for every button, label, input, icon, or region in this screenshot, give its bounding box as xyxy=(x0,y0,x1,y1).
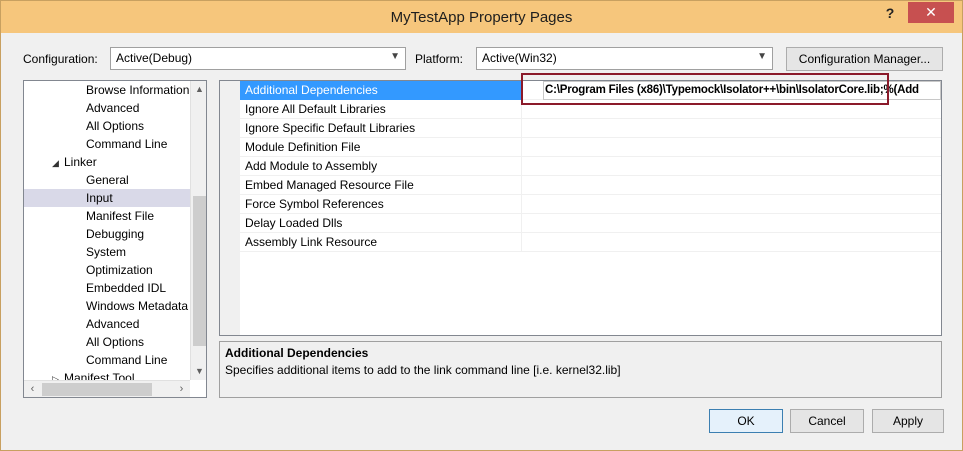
configuration-dropdown[interactable]: Active(Debug) ▼ xyxy=(110,47,406,70)
platform-value: Active(Win32) xyxy=(482,51,557,65)
property-value[interactable] xyxy=(523,157,941,176)
tree-item[interactable]: All Options xyxy=(86,333,144,351)
property-name[interactable]: Force Symbol References xyxy=(240,195,522,214)
configuration-label: Configuration: xyxy=(23,52,98,66)
tree-item[interactable]: Command Line xyxy=(86,135,167,153)
window-title: MyTestApp Property Pages xyxy=(390,9,573,26)
grid-row[interactable]: Add Module to Assembly xyxy=(240,157,941,176)
grid-row[interactable]: Module Definition File xyxy=(240,138,941,157)
scroll-up-icon[interactable]: ▲ xyxy=(191,81,206,98)
property-grid: Additional Dependencies C:\Program Files… xyxy=(219,80,942,336)
tree-item[interactable]: Advanced xyxy=(86,315,139,333)
property-name[interactable]: Ignore Specific Default Libraries xyxy=(240,119,522,138)
close-button[interactable]: ✕ xyxy=(908,2,954,23)
description-text: Specifies additional items to add to the… xyxy=(225,363,621,377)
tree-item[interactable]: Embedded IDL xyxy=(86,279,166,297)
tree-item-linker[interactable]: ◢ Linker xyxy=(52,153,97,171)
configuration-value: Active(Debug) xyxy=(116,51,193,65)
tree-item[interactable]: Windows Metadata xyxy=(86,297,188,315)
description-title: Additional Dependencies xyxy=(225,346,369,360)
chevron-down-icon: ▼ xyxy=(390,51,400,62)
settings-tree: Browse Information Advanced All Options … xyxy=(23,80,207,398)
tree-horizontal-scrollbar[interactable]: ‹ › xyxy=(24,380,190,397)
property-value-input[interactable]: C:\Program Files (x86)\Typemock\Isolator… xyxy=(545,81,937,100)
title-bar: MyTestApp Property Pages ? ✕ xyxy=(1,1,962,33)
grid-row[interactable]: Delay Loaded Dlls xyxy=(240,214,941,233)
scroll-thumb[interactable] xyxy=(193,196,206,346)
tree-item-label: Linker xyxy=(64,155,97,169)
property-name[interactable]: Embed Managed Resource File xyxy=(240,176,522,195)
tree-item[interactable]: Browse Information xyxy=(86,81,189,99)
property-value[interactable] xyxy=(523,100,941,119)
property-value[interactable] xyxy=(523,176,941,195)
tree-vertical-scrollbar[interactable]: ▲ ▼ xyxy=(190,81,206,380)
property-name[interactable]: Ignore All Default Libraries xyxy=(240,100,522,119)
chevron-down-icon: ▼ xyxy=(757,51,767,62)
tree-item[interactable]: Optimization xyxy=(86,261,153,279)
property-name[interactable]: Delay Loaded Dlls xyxy=(240,214,522,233)
property-value[interactable] xyxy=(523,214,941,233)
property-value[interactable] xyxy=(523,233,941,252)
property-name[interactable]: Assembly Link Resource xyxy=(240,233,522,252)
property-pages-window: MyTestApp Property Pages ? ✕ Configurati… xyxy=(0,0,963,451)
scroll-down-icon[interactable]: ▼ xyxy=(191,363,206,380)
scroll-right-icon[interactable]: › xyxy=(173,381,190,397)
grid-row[interactable]: Force Symbol References xyxy=(240,195,941,214)
grid-row[interactable]: Assembly Link Resource xyxy=(240,233,941,252)
tree-item[interactable]: Command Line xyxy=(86,351,167,369)
property-name[interactable]: Module Definition File xyxy=(240,138,522,157)
description-panel: Additional Dependencies Specifies additi… xyxy=(219,341,942,398)
configuration-manager-button[interactable]: Configuration Manager... xyxy=(786,47,943,71)
tree-item[interactable]: System xyxy=(86,243,126,261)
property-name[interactable]: Additional Dependencies xyxy=(240,81,522,100)
ok-button[interactable]: OK xyxy=(709,409,783,433)
apply-button[interactable]: Apply xyxy=(872,409,944,433)
grid-row-additional-dependencies[interactable]: Additional Dependencies C:\Program Files… xyxy=(240,81,941,100)
grid-row[interactable]: Embed Managed Resource File xyxy=(240,176,941,195)
cancel-button[interactable]: Cancel xyxy=(790,409,864,433)
tree-item[interactable]: Advanced xyxy=(86,99,139,117)
property-name[interactable]: Add Module to Assembly xyxy=(240,157,522,176)
property-value[interactable] xyxy=(523,119,941,138)
help-button[interactable]: ? xyxy=(878,5,902,25)
grid-row[interactable]: Ignore Specific Default Libraries xyxy=(240,119,941,138)
tree-item[interactable]: Debugging xyxy=(86,225,144,243)
grid-row[interactable]: Ignore All Default Libraries xyxy=(240,100,941,119)
tree-item[interactable]: General xyxy=(86,171,129,189)
grid-gutter xyxy=(220,81,240,335)
tree-item[interactable]: Manifest File xyxy=(86,207,154,225)
scroll-thumb[interactable] xyxy=(42,383,152,396)
property-value[interactable] xyxy=(523,138,941,157)
platform-label: Platform: xyxy=(415,52,464,66)
tree-item-input-selected[interactable]: Input xyxy=(24,189,190,207)
collapse-arrow-icon[interactable]: ◢ xyxy=(52,154,64,172)
scroll-left-icon[interactable]: ‹ xyxy=(24,381,41,397)
platform-dropdown[interactable]: Active(Win32) ▼ xyxy=(476,47,773,70)
tree-item[interactable]: All Options xyxy=(86,117,144,135)
property-value[interactable] xyxy=(523,195,941,214)
